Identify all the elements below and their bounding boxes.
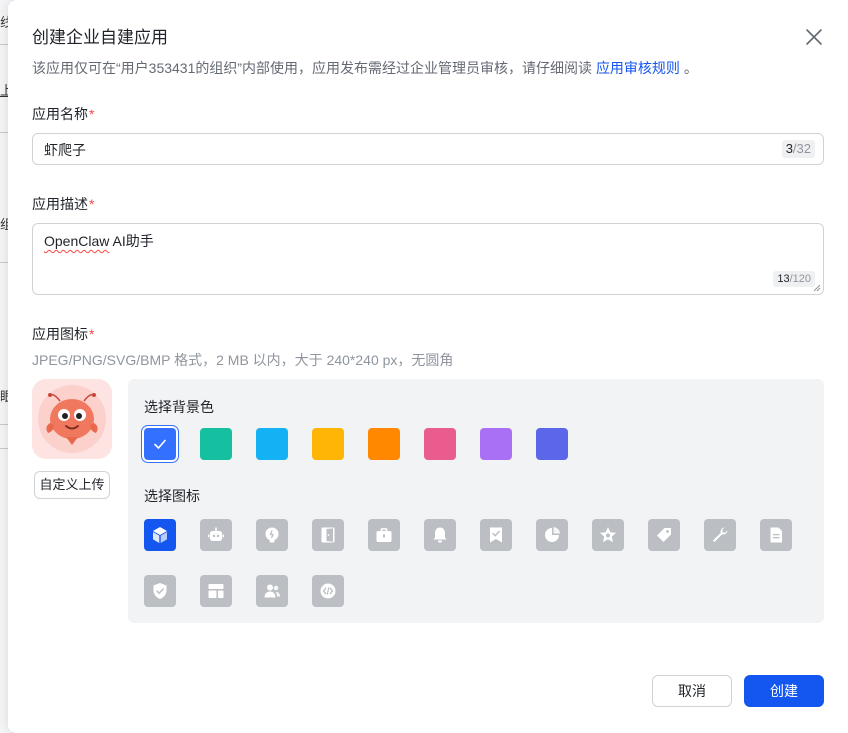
icon-select-label: 选择图标 xyxy=(144,488,200,504)
robot-icon xyxy=(208,527,224,541)
app-description-char-counter: 13/120 xyxy=(773,271,815,287)
custom-upload-button[interactable]: 自定义上传 xyxy=(34,471,110,499)
icon-option[interactable] xyxy=(536,519,568,551)
lightbulb-icon xyxy=(265,527,279,543)
bg-color-swatch[interactable] xyxy=(144,428,176,460)
resize-handle-icon[interactable] xyxy=(813,284,821,292)
app-description-label-text: 应用描述 xyxy=(32,196,88,212)
icon-option[interactable] xyxy=(144,519,176,551)
bg-color-swatch[interactable] xyxy=(368,428,400,460)
app-description-textarea[interactable]: OpenClaw AI助手 13/120 xyxy=(32,223,824,295)
icon-option[interactable] xyxy=(144,575,176,607)
icon-option[interactable] xyxy=(256,519,288,551)
tag-icon xyxy=(657,528,671,542)
shield-icon xyxy=(153,583,167,599)
code-icon xyxy=(320,583,336,599)
bg-color-swatch[interactable] xyxy=(424,428,456,460)
app-name-char-counter: 3/32 xyxy=(781,140,815,158)
bell-icon xyxy=(433,527,447,543)
app-icon-label-text: 应用图标 xyxy=(32,326,88,342)
icon-option[interactable] xyxy=(592,519,624,551)
app-description-value-rest: AI助手 xyxy=(109,233,154,249)
layout-icon xyxy=(208,584,224,598)
app-name-value: 虾爬子 xyxy=(44,142,86,158)
description-text: 该应用仅可在“用户353431的组织”内部使用，应用发布需经过企业管理员审核，请… xyxy=(32,60,593,76)
description-suffix: 。 xyxy=(683,60,698,76)
briefcase-icon xyxy=(376,528,392,542)
bg-color-label: 选择背景色 xyxy=(144,399,214,415)
dialog-title: 创建企业自建应用 xyxy=(32,28,168,47)
app-icon-preview xyxy=(32,379,112,459)
icon-picker-panel: 选择背景色 选择图标 xyxy=(128,379,824,623)
icon-option[interactable] xyxy=(704,519,736,551)
pie-chart-icon xyxy=(545,527,560,542)
wrench-icon xyxy=(713,527,728,542)
close-button[interactable] xyxy=(803,26,825,48)
icon-option[interactable] xyxy=(312,575,344,607)
bg-color-swatch[interactable] xyxy=(536,428,568,460)
app-name-label-text: 应用名称 xyxy=(32,106,88,122)
users-icon xyxy=(264,584,280,598)
icon-option[interactable] xyxy=(648,519,680,551)
star-icon xyxy=(600,527,616,543)
bg-color-swatch[interactable] xyxy=(256,428,288,460)
app-name-char-max: /32 xyxy=(792,141,811,156)
app-description-label: 应用描述* xyxy=(32,194,94,214)
app-description-char-max: /120 xyxy=(789,273,811,285)
icon-option[interactable] xyxy=(424,519,456,551)
required-mark: * xyxy=(89,106,95,122)
app-name-input[interactable]: 虾爬子 3/32 xyxy=(32,133,824,165)
spellcheck-word: OpenClaw xyxy=(44,233,110,249)
app-icon-hint: JPEG/PNG/SVG/BMP 格式，2 MB 以内，大于 240*240 p… xyxy=(32,352,454,368)
check-badge-icon xyxy=(490,527,502,543)
cancel-button[interactable]: 取消 xyxy=(652,675,732,707)
icon-option[interactable] xyxy=(256,575,288,607)
bg-color-swatch[interactable] xyxy=(200,428,232,460)
icon-option[interactable] xyxy=(200,575,232,607)
app-name-char-count: 3 xyxy=(785,141,793,156)
icon-option[interactable] xyxy=(312,519,344,551)
document-icon xyxy=(770,527,782,543)
icon-option[interactable] xyxy=(480,519,512,551)
bg-color-swatch[interactable] xyxy=(480,428,512,460)
door-icon xyxy=(321,527,335,543)
cube-icon xyxy=(153,527,167,543)
shrimp-mascot-icon xyxy=(38,385,106,453)
app-description-value: OpenClaw AI助手 xyxy=(44,231,154,251)
icon-option[interactable] xyxy=(200,519,232,551)
app-icon-label: 应用图标* xyxy=(32,324,94,344)
app-name-label: 应用名称* xyxy=(32,104,94,124)
required-mark: * xyxy=(89,196,95,212)
create-button[interactable]: 创建 xyxy=(744,675,824,707)
icon-option[interactable] xyxy=(760,519,792,551)
review-rules-link[interactable]: 应用审核规则 xyxy=(596,60,680,76)
bg-color-swatch[interactable] xyxy=(312,428,344,460)
app-description-char-count: 13 xyxy=(777,273,790,285)
close-icon xyxy=(806,29,822,45)
dialog-description: 该应用仅可在“用户353431的组织”内部使用，应用发布需经过企业管理员审核，请… xyxy=(32,58,698,78)
required-mark: * xyxy=(89,326,95,342)
create-app-dialog: 创建企业自建应用 该应用仅可在“用户353431的组织”内部使用，应用发布需经过… xyxy=(8,0,848,733)
icon-option[interactable] xyxy=(368,519,400,551)
checkmark-icon xyxy=(154,439,166,449)
